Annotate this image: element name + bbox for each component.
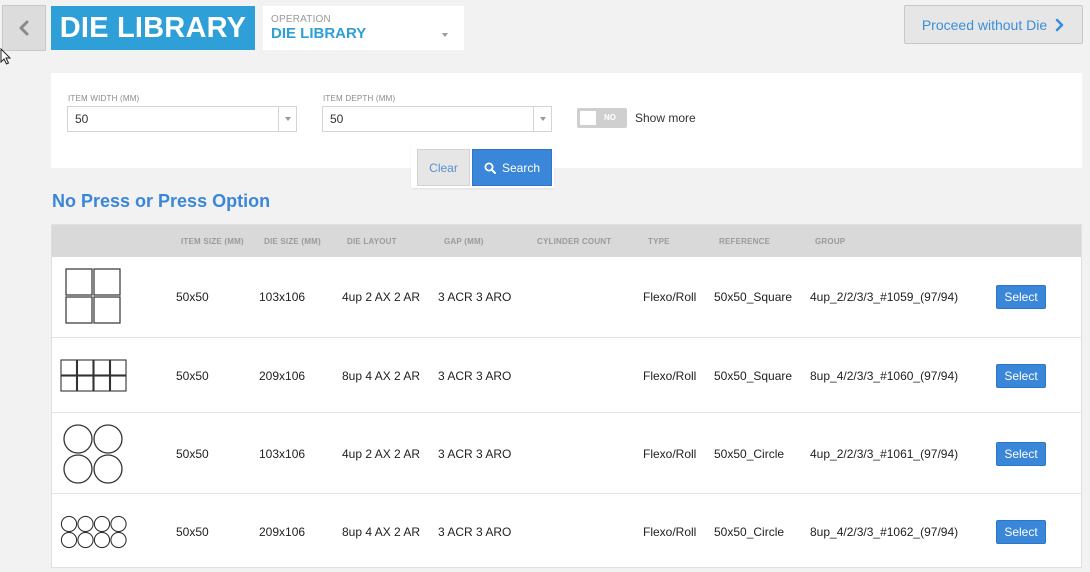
cell-group: 4up_2/2/3/3_#1059_(97/94): [810, 290, 959, 304]
toggle-state: NO: [604, 113, 616, 122]
operation-select[interactable]: OPERATION DIE LIBRARY: [263, 6, 464, 50]
operation-value: DIE LIBRARY: [271, 25, 367, 42]
cell-die-size: 103x106: [259, 290, 306, 304]
show-more-label: Show more: [635, 111, 696, 125]
search-button[interactable]: Search: [472, 149, 552, 186]
cell-reference: 50x50_Circle: [714, 446, 785, 461]
cell-group: 8up_4/2/3/3_#1060_(97/94): [810, 368, 959, 383]
die-layout-thumbnail: [60, 358, 128, 398]
cell-group: 8up_4/2/3/3_#1062_(97/94): [810, 524, 959, 539]
cell-type: Flexo/Roll: [643, 290, 697, 304]
col-gap: GAP (MM): [444, 237, 484, 246]
proceed-without-die-button[interactable]: Proceed without Die: [904, 5, 1083, 44]
cell-reference: 50x50_Circle: [714, 524, 785, 539]
item-width-label: ITEM WIDTH (MM): [68, 94, 140, 103]
cell-gap: 3 ACR 3 ARO: [438, 290, 512, 304]
cell-type: Flexo/Roll: [643, 446, 697, 461]
col-cylinder-count: CYLINDER COUNT: [537, 237, 612, 246]
operation-label: OPERATION: [271, 14, 331, 25]
page-title: DIE LIBRARY: [51, 6, 255, 50]
cell-gap: 3 ACR 3 ARO: [438, 524, 512, 539]
cell-gap: 3 ACR 3 ARO: [438, 368, 512, 383]
cell-item-size: 50x50: [176, 290, 209, 304]
back-button[interactable]: [2, 5, 46, 51]
die-layout-thumbnail: [65, 268, 123, 331]
select-button[interactable]: Select: [996, 363, 1046, 388]
table-row: 50x50 103x106 4up 2 AX 2 AR 3 ACR 3 ARO Flex…: [52, 257, 1081, 337]
die-table: ITEM SIZE (MM) DIE SIZE (MM) DIE LAYOUT …: [51, 224, 1082, 568]
cell-die-size: 209x106: [259, 524, 306, 539]
item-depth-dropdown[interactable]: [533, 107, 551, 131]
cell-die-layout: 8up 4 AX 2 AR: [342, 368, 421, 383]
chevron-right-icon: [1055, 18, 1064, 31]
item-width-value: 50: [75, 112, 89, 126]
chevron-down-icon: [539, 117, 546, 121]
select-button[interactable]: Select: [996, 519, 1046, 544]
cell-group: 4up_2/2/3/3_#1061_(97/94): [810, 446, 959, 461]
chevron-down-icon: [284, 117, 291, 121]
toggle-knob: [580, 111, 596, 125]
item-depth-field[interactable]: 50: [322, 106, 552, 132]
table-header: ITEM SIZE (MM) DIE SIZE (MM) DIE LAYOUT …: [52, 225, 1081, 257]
cell-item-size: 50x50: [176, 368, 209, 383]
cell-reference: 50x50_Square: [714, 290, 793, 304]
table-row: 50x50 209x106 8up 4 AX 2 AR 3 ACR 3 ARO Flex…: [52, 493, 1081, 568]
col-die-layout: DIE LAYOUT: [347, 237, 397, 246]
col-die-size: DIE SIZE (MM): [264, 237, 321, 246]
item-depth-value: 50: [330, 112, 344, 126]
clear-button[interactable]: Clear: [417, 149, 470, 186]
table-body: 50x50 103x106 4up 2 AX 2 AR 3 ACR 3 ARO Flex…: [52, 257, 1081, 568]
table-row: 50x50 103x106 4up 2 AX 2 AR 3 ACR 3 ARO Flex…: [52, 412, 1081, 493]
die-layout-thumbnail: [60, 515, 128, 554]
cursor-icon: [0, 48, 12, 65]
cell-type: Flexo/Roll: [643, 368, 697, 383]
die-layout-thumbnail: [62, 423, 126, 492]
search-label: Search: [501, 160, 541, 175]
chevron-down-icon: [442, 33, 448, 37]
proceed-label: Proceed without Die: [921, 16, 1048, 33]
col-group: GROUP: [815, 237, 846, 246]
item-depth-label: ITEM DEPTH (MM): [323, 94, 396, 103]
item-width-field[interactable]: 50: [67, 106, 297, 132]
table-row: 50x50 209x106 8up 4 AX 2 AR 3 ACR 3 ARO Flex…: [52, 337, 1081, 412]
section-title: No Press or Press Option: [52, 191, 271, 211]
cell-die-layout: 8up 4 AX 2 AR: [342, 524, 421, 539]
item-width-dropdown[interactable]: [278, 107, 296, 131]
show-more-toggle[interactable]: NO: [577, 108, 627, 128]
cell-die-layout: 4up 2 AX 2 AR: [342, 290, 421, 304]
col-reference: REFERENCE: [719, 237, 771, 246]
cell-gap: 3 ACR 3 ARO: [438, 446, 512, 461]
col-item-size: ITEM SIZE (MM): [181, 237, 244, 246]
cell-die-size: 209x106: [259, 368, 306, 383]
search-icon: [484, 162, 496, 174]
select-button[interactable]: Select: [996, 285, 1046, 309]
cell-reference: 50x50_Square: [714, 368, 793, 383]
cell-item-size: 50x50: [176, 446, 209, 461]
cell-type: Flexo/Roll: [643, 524, 697, 539]
cell-die-size: 103x106: [259, 446, 306, 461]
col-type: TYPE: [648, 237, 670, 246]
cell-item-size: 50x50: [176, 524, 209, 539]
select-button[interactable]: Select: [996, 441, 1046, 466]
cell-die-layout: 4up 2 AX 2 AR: [342, 446, 421, 461]
chevron-left-icon: [19, 20, 29, 36]
